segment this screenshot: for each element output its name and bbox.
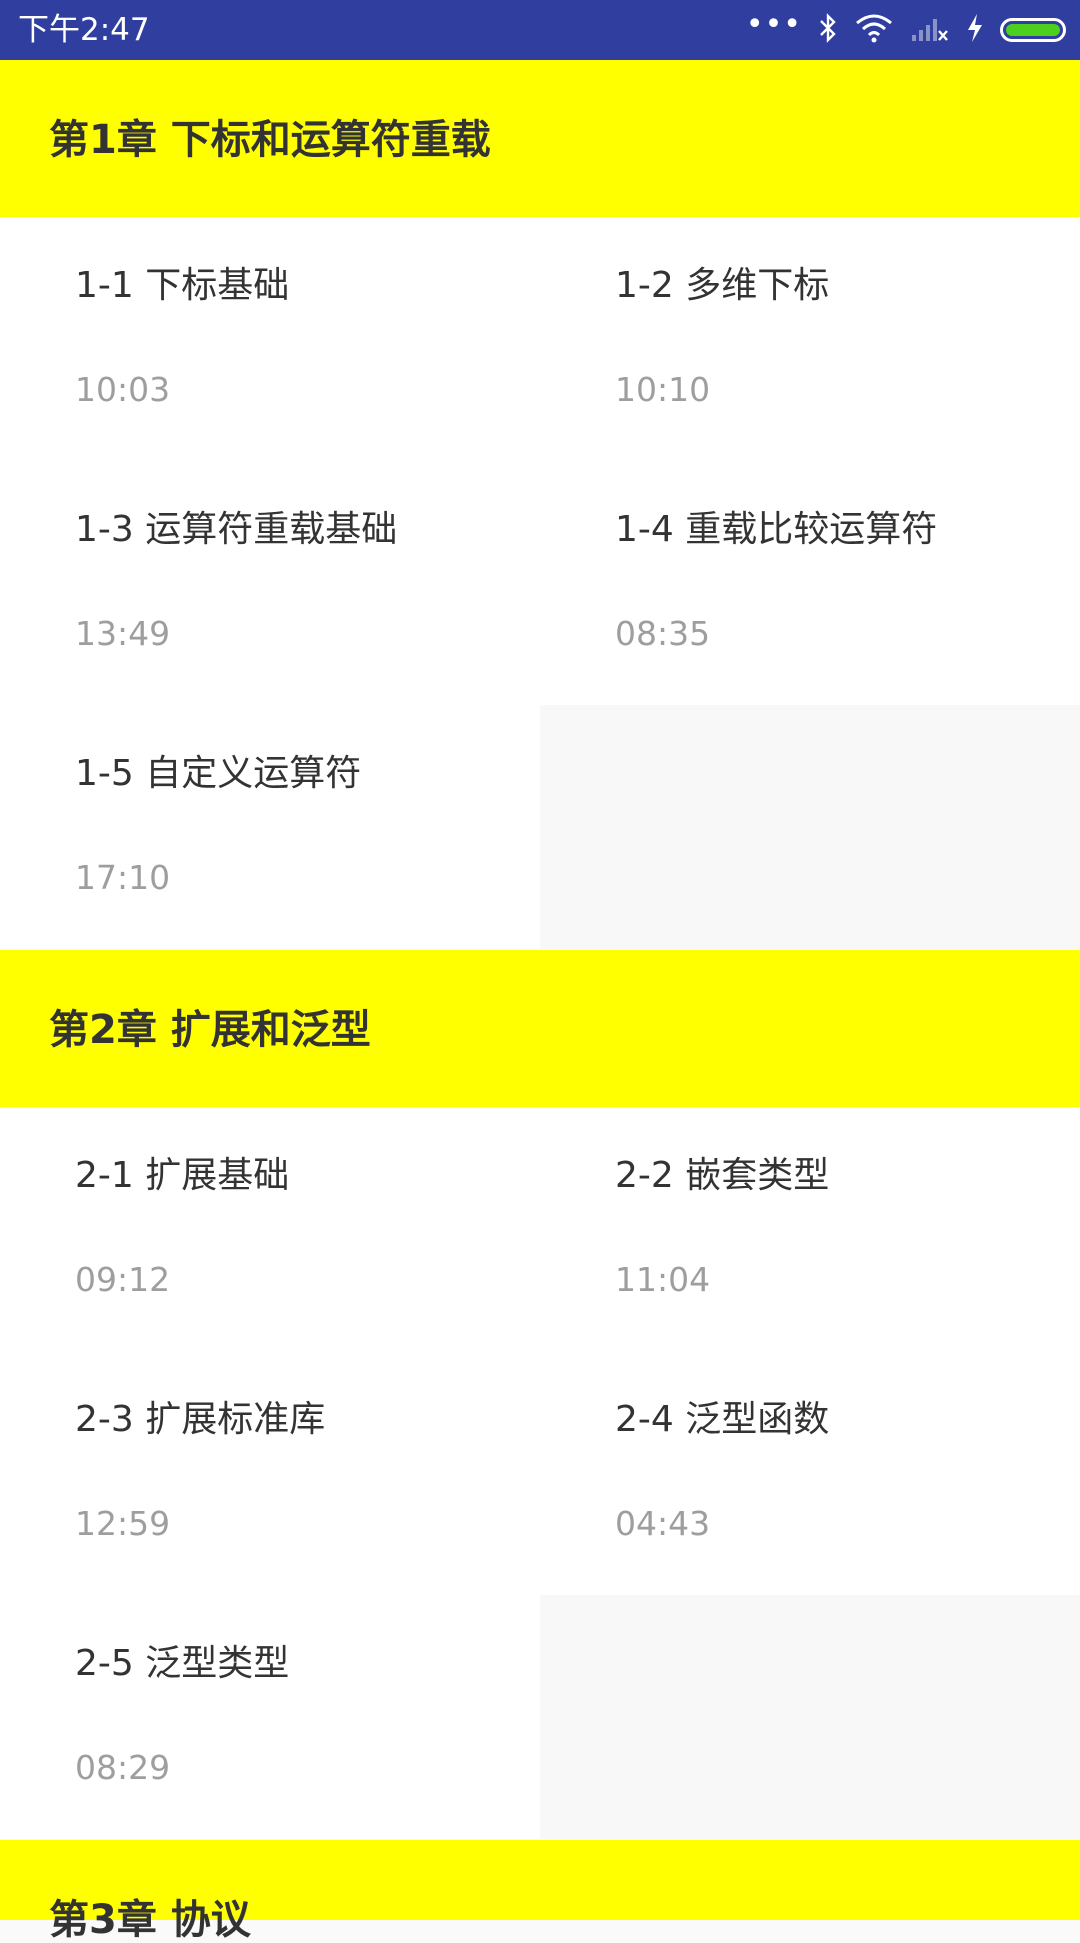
- lesson-duration: 08:29: [75, 1748, 171, 1787]
- lesson-item-1-2[interactable]: 1-2 多维下标 10:10: [540, 217, 1080, 461]
- lesson-title: 1-4 重载比较运算符: [615, 509, 938, 550]
- lesson-item-2-1[interactable]: 2-1 扩展基础 09:12: [0, 1107, 540, 1351]
- lesson-grid-chapter-2: 2-1 扩展基础 09:12 2-2 嵌套类型 11:04 2-3 扩展标准库 …: [0, 1107, 1080, 1840]
- lesson-item-2-3[interactable]: 2-3 扩展标准库 12:59: [0, 1351, 540, 1595]
- lesson-title: 2-2 嵌套类型: [615, 1155, 830, 1196]
- lesson-duration: 12:59: [75, 1504, 171, 1543]
- lesson-title: 2-4 泛型函数: [615, 1399, 830, 1440]
- empty-grid-cell: [540, 705, 1080, 949]
- chapter-title: 第3章 协议: [49, 1897, 251, 1943]
- lesson-title: 2-1 扩展基础: [75, 1155, 290, 1196]
- status-time: 下午2:47: [18, 12, 150, 48]
- lesson-grid-chapter-1: 1-1 下标基础 10:03 1-2 多维下标 10:10 1-3 运算符重载基…: [0, 217, 1080, 950]
- chapter-title: 第1章 下标和运算符重载: [49, 117, 491, 163]
- lesson-title: 2-5 泛型类型: [75, 1643, 290, 1684]
- lesson-item-2-2[interactable]: 2-2 嵌套类型 11:04: [540, 1107, 1080, 1351]
- lesson-item-1-1[interactable]: 1-1 下标基础 10:03: [0, 217, 540, 461]
- lesson-title: 1-5 自定义运算符: [75, 753, 362, 794]
- lesson-duration: 04:43: [615, 1504, 711, 1543]
- lesson-item-1-3[interactable]: 1-3 运算符重载基础 13:49: [0, 461, 540, 705]
- chapter-header-1[interactable]: 第1章 下标和运算符重载: [0, 60, 1080, 217]
- lesson-item-2-5[interactable]: 2-5 泛型类型 08:29: [0, 1595, 540, 1839]
- empty-grid-cell: [540, 1595, 1080, 1839]
- lesson-item-1-5[interactable]: 1-5 自定义运算符 17:10: [0, 705, 540, 949]
- lesson-item-1-4[interactable]: 1-4 重载比较运算符 08:35: [540, 461, 1080, 705]
- lesson-duration: 11:04: [615, 1260, 711, 1299]
- chapter-header-3[interactable]: 第3章 协议: [0, 1840, 1080, 1942]
- lesson-duration: 10:03: [75, 370, 171, 409]
- status-icons: •••: [730, 7, 1066, 47]
- lesson-duration: 13:49: [75, 614, 171, 653]
- chapter-header-2[interactable]: 第2章 扩展和泛型: [0, 950, 1080, 1107]
- lesson-title: 1-3 运算符重载基础: [75, 509, 398, 550]
- chapter-title: 第2章 扩展和泛型: [49, 1007, 371, 1053]
- lesson-duration: 17:10: [75, 858, 171, 897]
- lesson-duration: 08:35: [615, 614, 711, 653]
- more-dots-icon: •••: [745, 7, 802, 42]
- charging-icon: [966, 13, 984, 47]
- lesson-title: 2-3 扩展标准库: [75, 1399, 326, 1440]
- battery-icon: [1000, 18, 1066, 42]
- lesson-duration: 10:10: [615, 370, 711, 409]
- lesson-title: 1-1 下标基础: [75, 265, 290, 306]
- lesson-title: 1-2 多维下标: [615, 265, 830, 306]
- status-bar: 下午2:47 •••: [0, 0, 1080, 60]
- lesson-duration: 09:12: [75, 1260, 171, 1299]
- bluetooth-icon: [818, 13, 838, 47]
- lesson-item-2-4[interactable]: 2-4 泛型函数 04:43: [540, 1351, 1080, 1595]
- wifi-icon: [854, 13, 894, 47]
- signal-icon: [910, 13, 950, 47]
